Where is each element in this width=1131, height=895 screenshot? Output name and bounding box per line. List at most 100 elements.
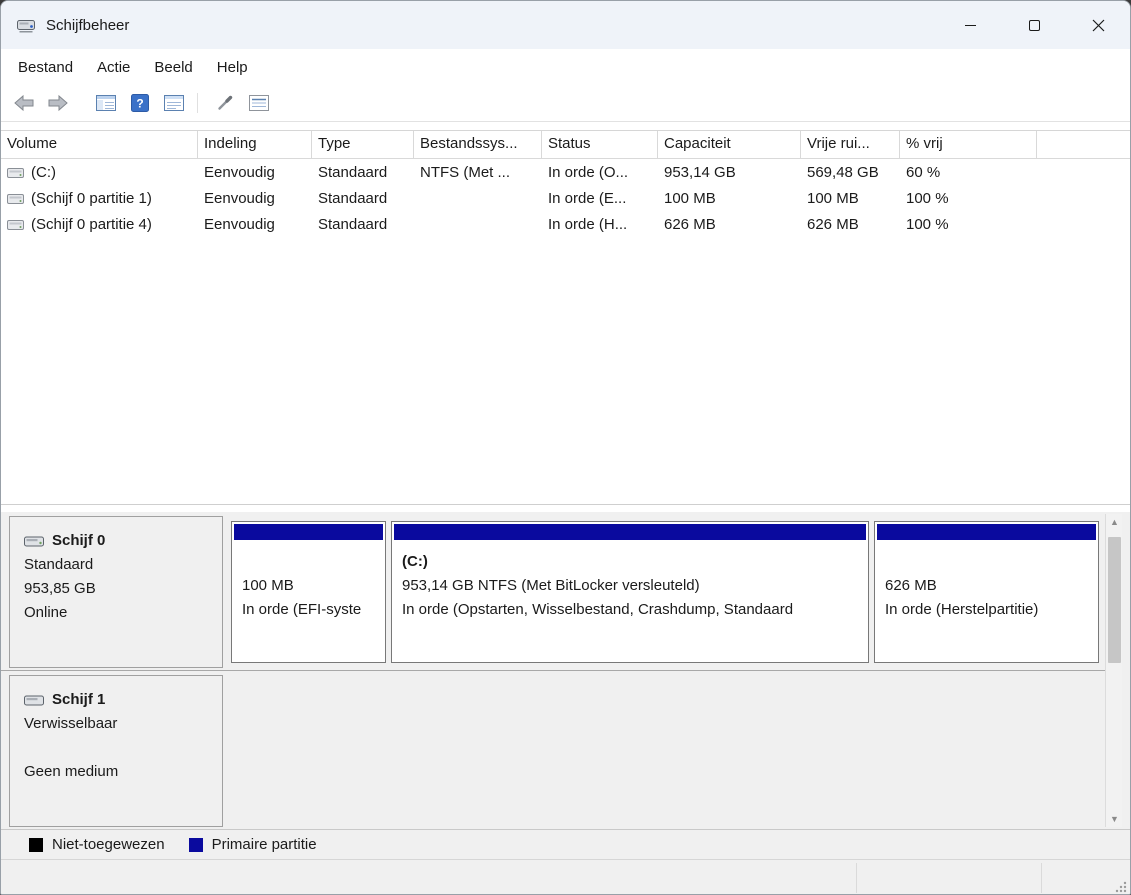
statusbar-separator <box>856 863 857 893</box>
svg-text:?: ? <box>136 97 143 111</box>
partition-status: In orde (Herstelpartitie) <box>885 601 1039 618</box>
capacity-cell: 626 MB <box>664 215 716 233</box>
volume-icon <box>7 167 24 178</box>
menubar: Bestand Actie Beeld Help <box>1 49 1130 85</box>
disk-0-partitions: 100 MB In orde (EFI-syste (C:) 953,14 GB… <box>231 521 1099 663</box>
table-row[interactable]: (Schijf 0 partitie 4) Eenvoudig Standaar… <box>1 211 1130 237</box>
menu-help[interactable]: Help <box>205 53 260 82</box>
partition-body: 100 MB In orde (EFI-syste <box>234 540 383 622</box>
disk-0-label[interactable]: Schijf 0 Standaard 953,85 GB Online <box>9 516 223 668</box>
close-icon <box>1092 19 1104 31</box>
free-cell: 626 MB <box>807 215 859 233</box>
list-view-icon[interactable] <box>244 90 274 116</box>
column-header-status[interactable]: Status <box>542 131 658 158</box>
disk-type: Standaard <box>24 556 94 573</box>
maximize-button[interactable] <box>1002 1 1066 49</box>
volume-name: (Schijf 0 partitie 1) <box>31 189 152 207</box>
partition-body: (C:) 953,14 GB NTFS (Met BitLocker versl… <box>394 540 866 622</box>
partition-body: 626 MB In orde (Herstelpartitie) <box>877 540 1096 622</box>
partition-title <box>885 550 1088 574</box>
tools-icon[interactable] <box>210 90 240 116</box>
partition-c[interactable]: (C:) 953,14 GB NTFS (Met BitLocker versl… <box>391 521 869 663</box>
pct-free-cell: 100 % <box>906 215 949 233</box>
type-cell: Standaard <box>318 215 388 233</box>
resize-grip-icon[interactable] <box>1113 879 1128 894</box>
disk-row-separator <box>1 670 1105 671</box>
indeling-cell: Eenvoudig <box>204 215 275 233</box>
volume-table-header: Volume Indeling Type Bestandssys... Stat… <box>1 131 1130 159</box>
capacity-cell: 100 MB <box>664 189 716 207</box>
partition-color-bar <box>394 524 866 540</box>
partition-recovery[interactable]: 626 MB In orde (Herstelpartitie) <box>874 521 1099 663</box>
close-button[interactable] <box>1066 1 1130 49</box>
volume-cell: (Schijf 0 partitie 4) <box>1 216 198 233</box>
vertical-scrollbar[interactable]: ▲ ▼ <box>1105 514 1122 827</box>
disk-1-title-row: Schijf 1 <box>24 688 222 712</box>
column-header-type[interactable]: Type <box>312 131 414 158</box>
scrollbar-thumb[interactable] <box>1108 537 1121 663</box>
scroll-down-icon[interactable]: ▼ <box>1106 811 1123 827</box>
status-cell: In orde (O... <box>548 163 629 181</box>
table-row[interactable]: (C:) Eenvoudig Standaard NTFS (Met ... I… <box>1 159 1130 185</box>
column-header-volume[interactable]: Volume <box>1 131 198 158</box>
disk-status: Geen medium <box>24 763 119 780</box>
volume-name: (C:) <box>31 163 56 181</box>
column-header-capaciteit[interactable]: Capaciteit <box>658 131 801 158</box>
volume-icon <box>7 193 24 204</box>
indeling-cell: Eenvoudig <box>204 163 275 181</box>
partition-status: In orde (EFI-syste <box>242 601 362 618</box>
type-cell: Standaard <box>318 163 388 181</box>
export-list-icon[interactable] <box>159 90 189 116</box>
minimize-icon <box>964 24 976 26</box>
graphical-view-pane: Schijf 0 Standaard 953,85 GB Online 100 … <box>1 512 1130 829</box>
column-header-pct-vrij[interactable]: % vrij <box>900 131 1037 158</box>
column-header-vrije-ruimte[interactable]: Vrije rui... <box>801 131 900 158</box>
toolbar-separator <box>197 93 198 113</box>
legend-label: Niet-toegewezen <box>52 836 165 853</box>
disk-size <box>24 736 222 760</box>
legend-item-primary-partition: Primaire partitie <box>188 836 317 853</box>
toolbar: ? <box>1 85 1130 122</box>
window-title: Schijfbeheer <box>46 16 130 34</box>
forward-icon[interactable] <box>43 90 73 116</box>
partition-efi[interactable]: 100 MB In orde (EFI-syste <box>231 521 386 663</box>
indeling-cell: Eenvoudig <box>204 189 275 207</box>
maximize-icon <box>1028 19 1040 31</box>
menu-bestand[interactable]: Bestand <box>6 53 85 82</box>
help-icon[interactable]: ? <box>125 90 155 116</box>
minimize-button[interactable] <box>938 1 1002 49</box>
partition-info: 953,14 GB NTFS (Met BitLocker versleutel… <box>402 577 700 594</box>
pct-free-cell: 100 % <box>906 189 949 207</box>
status-cell: In orde (E... <box>548 189 627 207</box>
partition-color-bar <box>234 524 383 540</box>
status-cell: In orde (H... <box>548 215 628 233</box>
type-cell: Standaard <box>318 189 388 207</box>
free-cell: 569,48 GB <box>807 163 879 181</box>
scroll-up-icon[interactable]: ▲ <box>1106 514 1123 530</box>
disk-type: Verwisselbaar <box>24 715 118 732</box>
free-cell: 100 MB <box>807 189 859 207</box>
capacity-cell: 953,14 GB <box>664 163 736 181</box>
column-header-indeling[interactable]: Indeling <box>198 131 312 158</box>
disk-icon <box>24 536 44 547</box>
disk-1-label[interactable]: Schijf 1 Verwisselbaar Geen medium <box>9 675 223 827</box>
window-controls <box>938 1 1130 49</box>
back-icon[interactable] <box>9 90 39 116</box>
menu-actie[interactable]: Actie <box>85 53 142 82</box>
partition-info: 626 MB <box>885 577 937 594</box>
unallocated-swatch <box>29 837 43 852</box>
partition-info: 100 MB <box>242 577 294 594</box>
legend-label: Primaire partitie <box>211 836 317 853</box>
disk-name: Schijf 0 <box>52 532 106 549</box>
menu-beeld[interactable]: Beeld <box>142 53 204 82</box>
table-row[interactable]: (Schijf 0 partitie 1) Eenvoudig Standaar… <box>1 185 1130 211</box>
primary-partition-swatch <box>188 837 203 852</box>
titlebar: Schijfbeheer <box>1 1 1130 49</box>
console-tree-icon[interactable] <box>91 90 121 116</box>
disk-icon <box>24 695 44 706</box>
app-icon <box>16 15 36 35</box>
partition-title: (C:) <box>402 553 428 570</box>
statusbar <box>1 859 1130 894</box>
column-header-bestandssysteem[interactable]: Bestandssys... <box>414 131 542 158</box>
fs-cell: NTFS (Met ... <box>420 163 510 181</box>
